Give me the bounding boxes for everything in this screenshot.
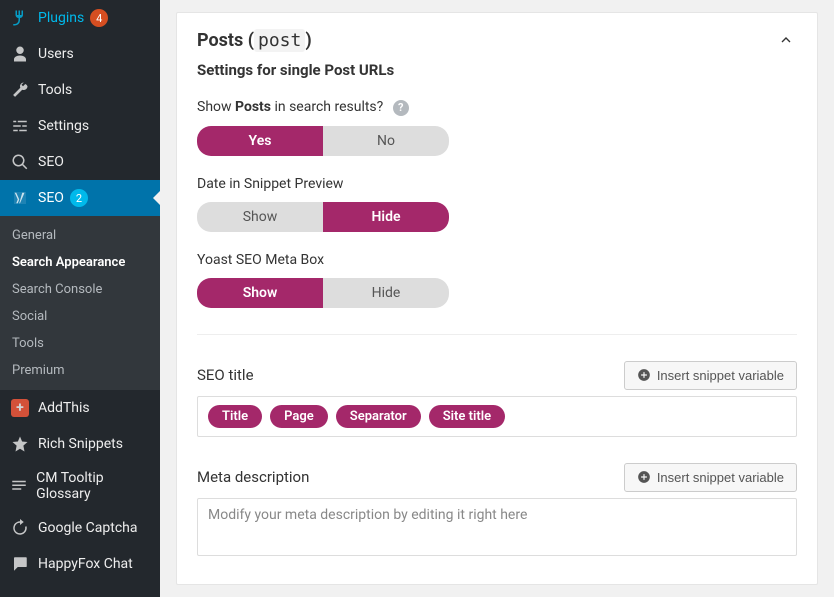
lines-icon xyxy=(10,476,28,496)
seo-title-label: SEO title xyxy=(197,366,254,384)
sliders-icon xyxy=(10,116,30,136)
nav-addthis[interactable]: + AddThis xyxy=(0,390,160,426)
chip-title[interactable]: Title xyxy=(208,405,262,428)
subnav-search-appearance[interactable]: Search Appearance xyxy=(0,249,160,276)
star-icon xyxy=(10,434,30,454)
toggle-show-in-search: Yes No xyxy=(197,126,449,156)
wrench-icon xyxy=(10,80,30,100)
nav-rich-snippets[interactable]: Rich Snippets xyxy=(0,426,160,462)
posts-panel: Posts (post) Settings for single Post UR… xyxy=(176,12,818,585)
nav-label: CM Tooltip Glossary xyxy=(36,470,150,502)
nav-label: SEO xyxy=(38,154,64,170)
section-date-snippet: Date in Snippet Preview Show Hide xyxy=(197,176,797,232)
seo-badge: 2 xyxy=(70,189,88,207)
admin-sidebar: Plugins 4 Users Tools Settings SEO SEO 2… xyxy=(0,0,160,597)
toggle-show-2[interactable]: Show xyxy=(197,278,323,308)
panel-title: Posts (post) xyxy=(197,30,312,51)
chat-icon xyxy=(10,554,30,574)
insert-variable-title-button[interactable]: Insert snippet variable xyxy=(624,361,797,390)
nav-google-captcha[interactable]: Google Captcha xyxy=(0,510,160,546)
subnav-premium[interactable]: Premium xyxy=(0,357,160,384)
toggle-no[interactable]: No xyxy=(323,126,449,156)
nav-tools[interactable]: Tools xyxy=(0,72,160,108)
toggle-yes[interactable]: Yes xyxy=(197,126,323,156)
seo-title-input[interactable]: Title Page Separator Site title xyxy=(197,396,797,437)
yoast-icon xyxy=(10,188,30,208)
nav-seo-generic[interactable]: SEO xyxy=(0,144,160,180)
nav-label: Plugins xyxy=(38,10,84,26)
addthis-icon: + xyxy=(10,398,30,418)
main-content: Posts (post) Settings for single Post UR… xyxy=(160,0,834,597)
toggle-show[interactable]: Show xyxy=(197,202,323,232)
subnav-search-console[interactable]: Search Console xyxy=(0,276,160,303)
meta-description-label: Meta description xyxy=(197,468,309,486)
separator xyxy=(197,334,797,335)
post-type-code: post xyxy=(254,29,305,52)
toggle-meta-box: Show Hide xyxy=(197,278,449,308)
search-icon xyxy=(10,152,30,172)
collapse-toggle[interactable] xyxy=(775,29,797,51)
plug-icon xyxy=(10,8,30,28)
nav-plugins[interactable]: Plugins 4 xyxy=(0,0,160,36)
seo-submenu: General Search Appearance Search Console… xyxy=(0,216,160,390)
nav-users[interactable]: Users xyxy=(0,36,160,72)
insert-variable-meta-button[interactable]: Insert snippet variable xyxy=(624,463,797,492)
toggle-hide[interactable]: Hide xyxy=(323,202,449,232)
chip-site-title[interactable]: Site title xyxy=(429,405,505,428)
toggle-hide-2[interactable]: Hide xyxy=(323,278,449,308)
date-snippet-label: Date in Snippet Preview xyxy=(197,176,797,192)
chip-page[interactable]: Page xyxy=(270,405,328,428)
nav-cm-tooltip[interactable]: CM Tooltip Glossary xyxy=(0,462,160,510)
nav-label: SEO xyxy=(38,190,64,206)
nav-label: Rich Snippets xyxy=(38,436,123,452)
chip-separator[interactable]: Separator xyxy=(336,405,421,428)
meta-box-label: Yoast SEO Meta Box xyxy=(197,252,797,268)
chevron-up-icon xyxy=(778,32,794,48)
subnav-social[interactable]: Social xyxy=(0,303,160,330)
nav-seo-yoast[interactable]: SEO 2 xyxy=(0,180,160,216)
plugins-badge: 4 xyxy=(90,9,108,27)
nav-label: HappyFox Chat xyxy=(38,556,133,572)
meta-description-input[interactable] xyxy=(197,498,797,556)
panel-subhead: Settings for single Post URLs xyxy=(197,61,797,79)
nav-label: Settings xyxy=(38,118,89,134)
nav-label: Users xyxy=(38,46,74,62)
toggle-date-snippet: Show Hide xyxy=(197,202,449,232)
help-icon[interactable]: ? xyxy=(393,100,409,116)
nav-settings[interactable]: Settings xyxy=(0,108,160,144)
plus-circle-icon xyxy=(637,368,651,382)
user-icon xyxy=(10,44,30,64)
nav-label: Tools xyxy=(38,82,72,98)
subnav-tools[interactable]: Tools xyxy=(0,330,160,357)
recaptcha-icon xyxy=(10,518,30,538)
nav-label: AddThis xyxy=(38,400,90,416)
nav-happyfox-chat[interactable]: HappyFox Chat xyxy=(0,546,160,582)
section-show-in-search: Show Posts in search results? ? Yes No xyxy=(197,99,797,156)
nav-label: Google Captcha xyxy=(38,520,138,536)
section-meta-box: Yoast SEO Meta Box Show Hide xyxy=(197,252,797,308)
subnav-general[interactable]: General xyxy=(0,222,160,249)
show-in-search-label: Show Posts in search results? ? xyxy=(197,99,797,116)
plus-circle-icon xyxy=(637,470,651,484)
